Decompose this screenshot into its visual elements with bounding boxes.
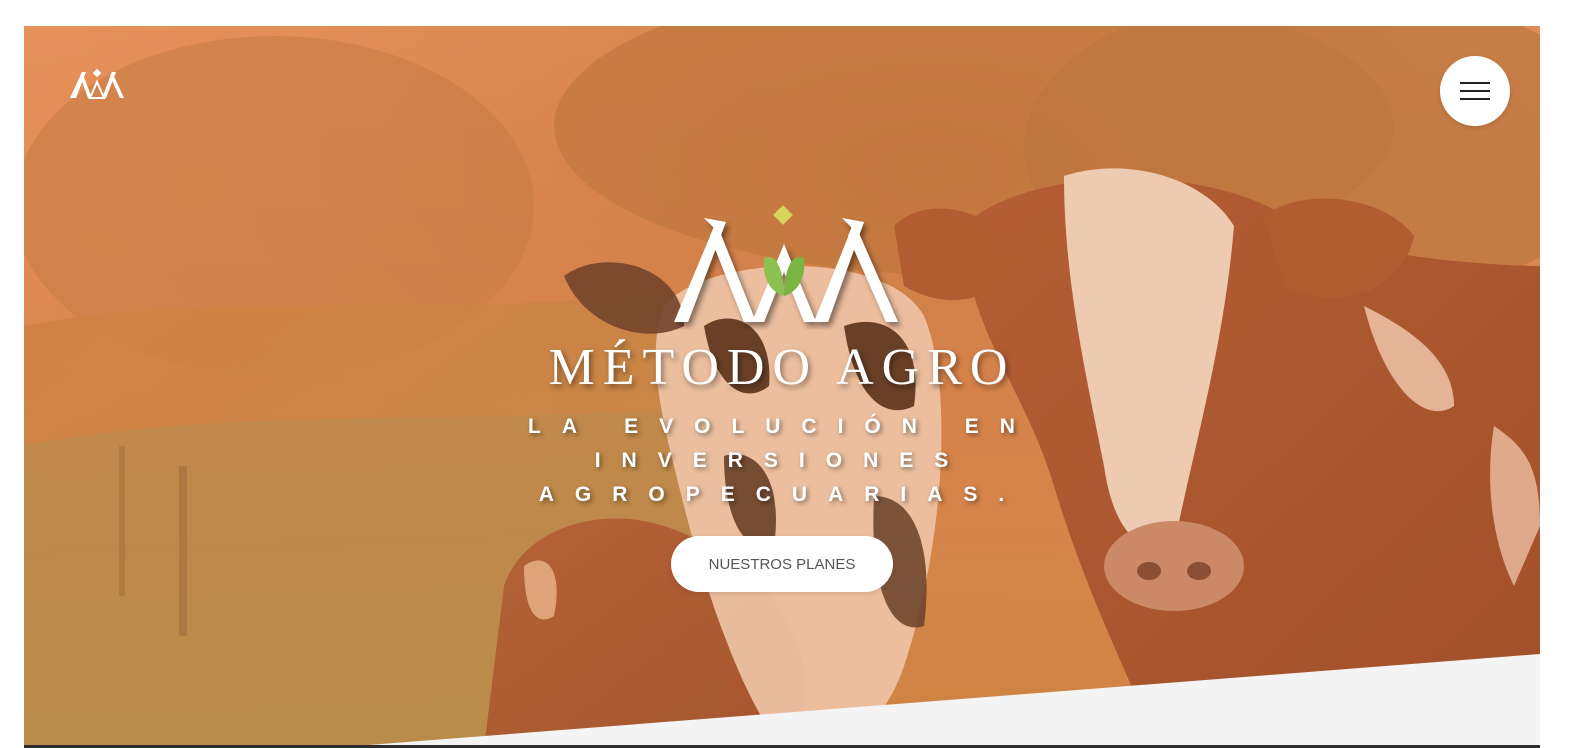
metodo-agro-brand-logo [674, 205, 898, 322]
hero-tagline: LA EVOLUCIÓN EN INVERSIONES AGROPECUARIA… [528, 415, 1036, 506]
our-plans-button[interactable]: NUESTROS PLANES [671, 536, 893, 592]
landing-page: MÉTODO AGRO LA EVOLUCIÓN EN INVERSIONES … [0, 0, 1575, 748]
menu-button[interactable] [1440, 56, 1510, 126]
hero-section: MÉTODO AGRO LA EVOLUCIÓN EN INVERSIONES … [24, 26, 1540, 748]
metodo-agro-logo-icon[interactable] [68, 68, 126, 100]
hamburger-menu-icon [1460, 82, 1490, 100]
brand-title: MÉTODO AGRO [548, 339, 1016, 396]
